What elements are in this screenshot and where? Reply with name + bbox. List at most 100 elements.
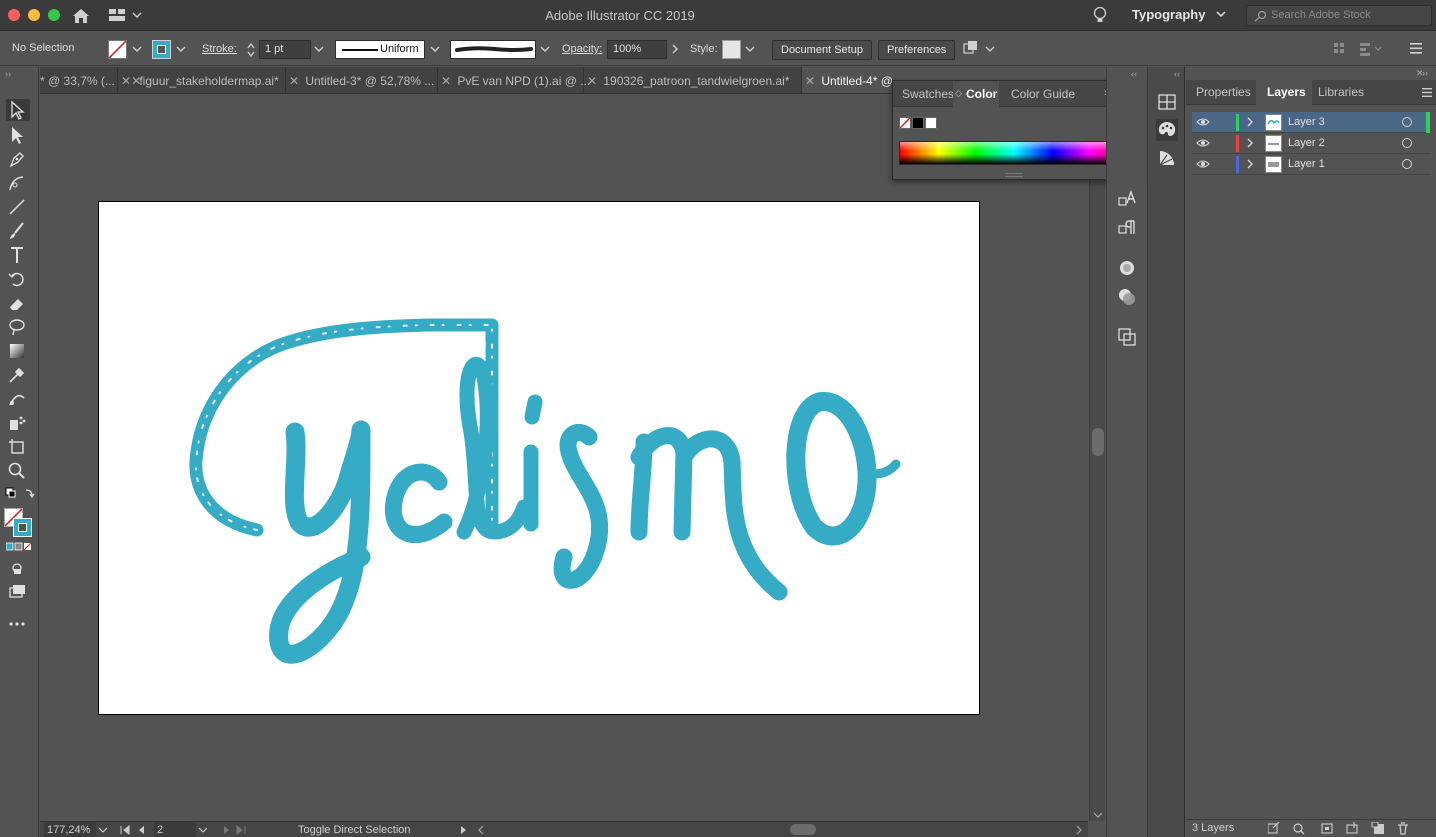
more-tools-icon[interactable] (6, 613, 30, 635)
artboard-number-field[interactable]: 2 (154, 822, 196, 837)
color-spectrum-ramp[interactable] (899, 141, 1129, 165)
visibility-eye-icon[interactable] (1196, 137, 1210, 149)
opacity-label[interactable]: Opacity: (562, 43, 602, 55)
scroll-down-icon[interactable] (1093, 811, 1103, 819)
chevron-down-icon[interactable] (313, 40, 325, 58)
panel-resize-handle[interactable] (1005, 173, 1023, 177)
workspace-switcher[interactable]: Typography (1124, 4, 1234, 26)
horizontal-scroll-thumb[interactable] (790, 824, 816, 835)
panel-menu-icon[interactable] (1422, 88, 1432, 97)
lasso-tool-icon[interactable] (6, 316, 30, 338)
none-color-swatch[interactable] (899, 117, 911, 129)
stepper-arrows-icon[interactable] (246, 41, 256, 59)
opacity-field[interactable]: 100% (607, 40, 667, 59)
expand-panels-icon[interactable]: ‹‹ (1174, 69, 1180, 79)
expand-panels-icon[interactable]: ‹‹ (1131, 69, 1137, 79)
zoom-level-field[interactable]: 177,24% (44, 822, 96, 837)
tab-properties[interactable]: Properties (1196, 85, 1251, 99)
rotate-tool-icon[interactable] (6, 268, 30, 290)
line-segment-tool-icon[interactable] (6, 196, 30, 218)
close-icon[interactable]: ✕ (438, 74, 454, 88)
chevron-down-icon[interactable] (744, 40, 756, 58)
close-icon[interactable]: ✕ (286, 74, 302, 88)
chevron-right-icon[interactable] (669, 40, 681, 58)
paragraph-icon[interactable] (1116, 217, 1138, 239)
chevron-down-icon[interactable] (539, 40, 551, 58)
close-icon[interactable]: ✕ (1416, 68, 1424, 79)
document-tab[interactable]: * @ 33,7% (... ✕ (40, 67, 141, 93)
screen-mode-icon[interactable] (6, 581, 30, 603)
blend-tool-icon[interactable] (6, 388, 30, 410)
close-icon[interactable]: ✕ (118, 74, 134, 88)
canvas[interactable] (40, 95, 1088, 821)
paintbrush-tool-icon[interactable] (6, 220, 30, 242)
chevron-right-icon[interactable] (1245, 116, 1255, 128)
document-tab[interactable]: ✕ 190326_patroon_tandwielgroen.ai* (584, 67, 802, 93)
swatches-library-icon[interactable] (1156, 91, 1178, 113)
yclismo-artwork[interactable] (99, 202, 979, 714)
curvature-tool-icon[interactable] (6, 172, 30, 194)
transparency-icon[interactable] (1116, 286, 1138, 308)
align-options-icon[interactable] (1334, 42, 1424, 56)
color-palette-icon[interactable] (1156, 119, 1178, 141)
default-swap-colors-icon[interactable] (4, 485, 36, 507)
layer-target-icon[interactable] (1402, 138, 1412, 148)
artboard[interactable] (98, 201, 980, 715)
arrange-icon[interactable] (962, 40, 996, 58)
graphic-style-swatch[interactable] (722, 40, 741, 59)
draw-mode-icon[interactable] (6, 559, 30, 581)
layer-target-icon[interactable] (1402, 159, 1412, 169)
vertical-scrollbar[interactable] (1089, 95, 1105, 821)
eyedropper-tool-icon[interactable] (6, 364, 30, 386)
appearance-icon[interactable] (1116, 257, 1138, 279)
document-tab[interactable]: ✕ PvE van NPD (1).ai @ ... (438, 67, 590, 93)
visibility-eye-icon[interactable] (1196, 116, 1210, 128)
chevron-down-icon[interactable] (429, 40, 441, 58)
stroke-weight-field[interactable]: 1 pt (259, 40, 311, 59)
layer-target-icon[interactable] (1402, 117, 1412, 127)
color-guide-icon[interactable] (1156, 147, 1178, 169)
eraser-tool-icon[interactable] (6, 292, 30, 314)
close-icon[interactable]: ✕ (802, 74, 818, 88)
stroke-swatch[interactable] (152, 40, 171, 59)
lightbulb-icon[interactable] (1093, 6, 1107, 25)
scroll-left-icon[interactable] (476, 825, 486, 835)
document-setup-button[interactable]: Document Setup (772, 40, 872, 60)
tab-color-guide[interactable]: Color Guide (1011, 87, 1075, 101)
white-color-swatch[interactable] (925, 117, 937, 129)
visibility-eye-icon[interactable] (1196, 158, 1210, 170)
tab-layers[interactable]: Layers (1267, 85, 1306, 99)
first-prev-artboard-icon[interactable] (120, 825, 150, 835)
type-tool-icon[interactable] (6, 244, 30, 266)
stroke-label[interactable]: Stroke: (202, 43, 237, 55)
symbol-sprayer-tool-icon[interactable] (6, 412, 30, 434)
tab-color[interactable]: Color (966, 87, 997, 101)
layer-row[interactable]: Layer 3 (1192, 112, 1430, 133)
chevron-right-icon[interactable] (1245, 137, 1255, 149)
document-tab-active[interactable]: ✕ Untitled-4* @ (802, 67, 892, 93)
artboard-tool-icon[interactable] (6, 436, 30, 458)
document-tab[interactable]: ✕ figuur_stakeholdermap.ai* (118, 67, 286, 93)
direct-selection-tool-icon[interactable] (6, 124, 30, 146)
pen-tool-icon[interactable] (6, 148, 30, 170)
layer-actions-icons[interactable] (1268, 822, 1428, 836)
stock-search-input[interactable]: Search Adobe Stock (1246, 5, 1432, 26)
stroke-profile-select[interactable]: Uniform (335, 40, 425, 59)
chevron-down-icon[interactable] (175, 40, 187, 58)
black-color-swatch[interactable] (912, 117, 924, 129)
stroke-color-box[interactable] (13, 518, 32, 537)
layer-row[interactable]: Layer 1 (1192, 154, 1430, 175)
brush-definition-select[interactable] (450, 40, 536, 59)
layer-row[interactable]: Layer 2 (1192, 133, 1430, 154)
scroll-thumb[interactable] (1092, 428, 1104, 456)
selection-tool-icon[interactable] (6, 99, 30, 121)
document-tab[interactable]: ✕ Untitled-3* @ 52,78% ... (286, 67, 438, 93)
artboards-icon[interactable] (1116, 326, 1138, 348)
scroll-right-icon[interactable] (1074, 825, 1084, 835)
gradient-tool-icon[interactable] (6, 340, 30, 362)
character-icon[interactable] (1116, 189, 1138, 211)
chevron-down-icon[interactable] (198, 825, 208, 835)
chevron-down-icon[interactable] (98, 825, 108, 835)
fill-swatch[interactable] (108, 40, 127, 59)
tab-swatches[interactable]: Swatches (902, 87, 954, 101)
